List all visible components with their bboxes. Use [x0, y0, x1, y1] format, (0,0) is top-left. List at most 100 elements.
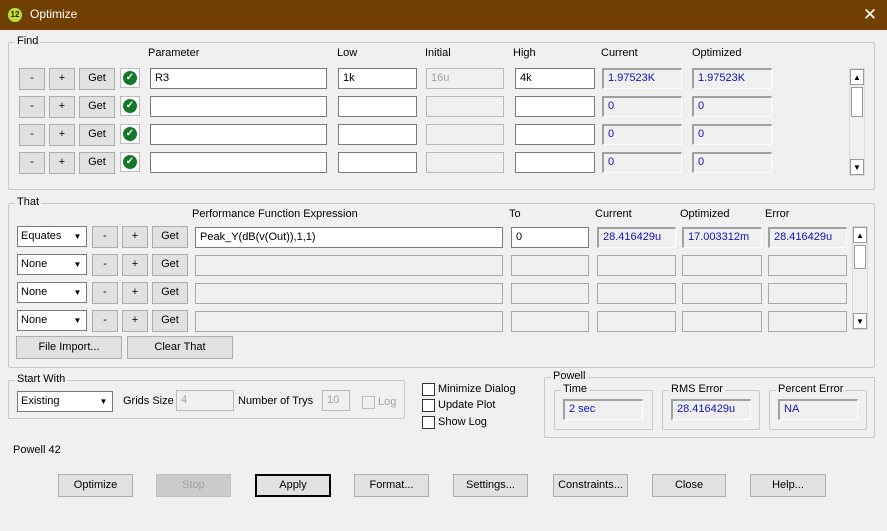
initial-field [426, 152, 504, 173]
to-field[interactable] [511, 283, 589, 304]
find-plus-button[interactable]: + [49, 124, 75, 146]
chevron-down-icon: ▼ [73, 288, 82, 297]
show-log-checkbox[interactable] [422, 416, 435, 429]
mode-select[interactable]: None ▼ [17, 310, 87, 331]
error-value [768, 255, 847, 276]
find-scrollbar[interactable]: ▲ ▼ [849, 68, 865, 176]
to-field[interactable]: 0 [511, 227, 589, 248]
enable-checkbox[interactable]: ✓ [120, 68, 140, 88]
find-minus-button[interactable]: - [19, 68, 45, 90]
file-import-button[interactable]: File Import... [16, 336, 122, 359]
minimize-dialog-checkbox[interactable] [422, 383, 435, 396]
that-minus-button[interactable]: - [92, 282, 118, 304]
that-plus-button[interactable]: + [122, 310, 148, 332]
that-plus-button[interactable]: + [122, 226, 148, 248]
find-get-button[interactable]: Get [79, 152, 115, 174]
that-get-button[interactable]: Get [152, 282, 188, 304]
find-minus-button[interactable]: - [19, 96, 45, 118]
parameter-field[interactable] [150, 96, 327, 117]
high-field[interactable] [515, 124, 595, 145]
parameter-field[interactable]: R3 [150, 68, 327, 89]
log-checkbox [362, 396, 375, 409]
low-field[interactable] [338, 152, 417, 173]
high-field[interactable] [515, 152, 595, 173]
that-current-value: 28.416429u [597, 227, 676, 248]
find-plus-button[interactable]: + [49, 152, 75, 174]
scroll-up-icon[interactable]: ▲ [853, 227, 867, 243]
scroll-thumb[interactable] [851, 87, 863, 117]
format-button[interactable]: Format... [354, 474, 429, 497]
find-get-button[interactable]: Get [79, 96, 115, 118]
find-minus-button[interactable]: - [19, 124, 45, 146]
chevron-down-icon: ▼ [73, 316, 82, 325]
that-optimized-value [682, 311, 762, 332]
to-field[interactable] [511, 311, 589, 332]
scroll-up-icon[interactable]: ▲ [850, 69, 864, 85]
low-field[interactable] [338, 124, 417, 145]
header-to: To [509, 208, 521, 220]
start-mode-select[interactable]: Existing ▼ [17, 391, 113, 412]
parameter-field[interactable] [150, 152, 327, 173]
header-parameter: Parameter [148, 47, 200, 59]
mode-select[interactable]: None ▼ [17, 282, 87, 303]
optimized-value: 0 [692, 124, 772, 145]
parameter-field[interactable] [150, 124, 327, 145]
apply-button[interactable]: Apply [255, 474, 331, 497]
stop-button: Stop [156, 474, 231, 497]
that-current-value [597, 311, 676, 332]
settings-button[interactable]: Settings... [453, 474, 528, 497]
high-field[interactable] [515, 96, 595, 117]
expression-field[interactable]: Peak_Y(dB(v(Out)),1,1) [195, 227, 503, 248]
error-value [768, 283, 847, 304]
high-field[interactable]: 4k [515, 68, 595, 89]
mode-select[interactable]: Equates ▼ [17, 226, 87, 247]
that-get-button[interactable]: Get [152, 310, 188, 332]
scroll-down-icon[interactable]: ▼ [853, 313, 867, 329]
expression-field[interactable] [195, 255, 503, 276]
error-value [768, 311, 847, 332]
find-plus-button[interactable]: + [49, 96, 75, 118]
enable-checkbox[interactable]: ✓ [120, 124, 140, 144]
mode-select[interactable]: None ▼ [17, 254, 87, 275]
clear-that-button[interactable]: Clear That [127, 336, 233, 359]
find-get-button[interactable]: Get [79, 124, 115, 146]
scroll-down-icon[interactable]: ▼ [850, 159, 864, 175]
help-button[interactable]: Help... [750, 474, 826, 497]
low-field[interactable]: 1k [338, 68, 417, 89]
that-plus-button[interactable]: + [122, 282, 148, 304]
enable-checkbox[interactable]: ✓ [120, 152, 140, 172]
that-get-button[interactable]: Get [152, 254, 188, 276]
enable-checkbox[interactable]: ✓ [120, 96, 140, 116]
that-minus-button[interactable]: - [92, 254, 118, 276]
update-plot-checkbox[interactable] [422, 399, 435, 412]
scroll-thumb[interactable] [854, 245, 866, 269]
optimize-button[interactable]: Optimize [58, 474, 133, 497]
find-plus-button[interactable]: + [49, 68, 75, 90]
check-icon: ✓ [123, 99, 137, 113]
check-icon: ✓ [123, 155, 137, 169]
find-get-button[interactable]: Get [79, 68, 115, 90]
that-minus-button[interactable]: - [92, 310, 118, 332]
header-current: Current [601, 47, 638, 59]
expression-field[interactable] [195, 283, 503, 304]
chevron-down-icon: ▼ [73, 232, 82, 241]
start-with-legend: Start With [15, 373, 68, 385]
close-icon[interactable]: ✕ [853, 0, 887, 30]
to-field[interactable] [511, 255, 589, 276]
time-value: 2 sec [563, 399, 643, 420]
that-scrollbar[interactable]: ▲ ▼ [852, 226, 868, 330]
check-icon: ✓ [123, 127, 137, 141]
that-minus-button[interactable]: - [92, 226, 118, 248]
close-button[interactable]: Close [652, 474, 726, 497]
that-optimized-value: 17.003312m [682, 227, 762, 248]
expression-field[interactable] [195, 311, 503, 332]
constraints-button[interactable]: Constraints... [553, 474, 628, 497]
find-minus-button[interactable]: - [19, 152, 45, 174]
that-plus-button[interactable]: + [122, 254, 148, 276]
minimize-dialog-label: Minimize Dialog [438, 383, 516, 395]
current-value: 0 [602, 152, 682, 173]
log-label: Log [378, 396, 397, 408]
current-value: 0 [602, 124, 682, 145]
that-get-button[interactable]: Get [152, 226, 188, 248]
low-field[interactable] [338, 96, 417, 117]
